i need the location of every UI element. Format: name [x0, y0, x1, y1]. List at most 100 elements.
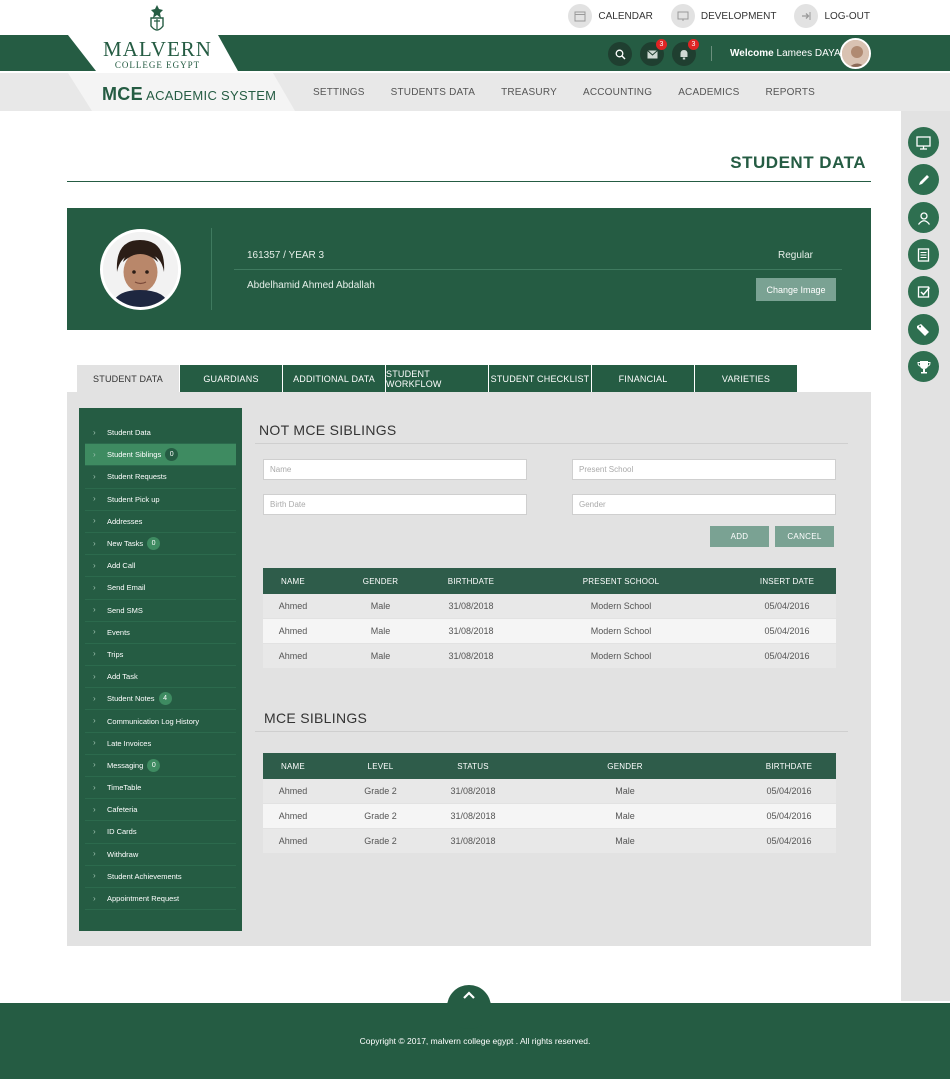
col-gender[interactable]: GENDER: [508, 753, 742, 779]
col-present-school[interactable]: PRESENT SCHOOL: [504, 568, 738, 594]
mce-title-line: [255, 731, 848, 732]
checklist-tool-button[interactable]: [908, 276, 939, 307]
add-button[interactable]: ADD: [710, 526, 769, 547]
col-birthdate[interactable]: BIRTHDATE: [438, 568, 504, 594]
menu-academics[interactable]: ACADEMICS: [678, 87, 739, 98]
side-item-addresses[interactable]: › Addresses: [85, 511, 236, 533]
user-tool-button[interactable]: [908, 202, 939, 233]
col-level[interactable]: LEVEL: [323, 753, 438, 779]
side-item-withdraw[interactable]: › Withdraw: [85, 844, 236, 866]
birth-date-input[interactable]: [263, 494, 527, 515]
col-name[interactable]: NAME: [263, 753, 323, 779]
side-item-id-cards[interactable]: › ID Cards: [85, 821, 236, 844]
side-item-student-pick-up[interactable]: › Student Pick up: [85, 489, 236, 511]
side-item-new-tasks[interactable]: › New Tasks 0: [85, 533, 236, 556]
chevron-right-icon: ›: [93, 849, 96, 859]
side-item-add-call[interactable]: › Add Call: [85, 555, 236, 578]
side-item-label: Send Email: [107, 583, 146, 593]
mce-siblings-table: NAME LEVEL STATUS GENDER BIRTHDATE Ahmed…: [263, 753, 836, 854]
menu-students-data[interactable]: STUDENTS DATA: [391, 87, 475, 98]
tab-student-data[interactable]: STUDENT DATA: [77, 365, 179, 392]
col-gender[interactable]: GENDER: [323, 568, 438, 594]
cell-name: Ahmed: [263, 643, 323, 669]
side-item-late-invoices[interactable]: › Late Invoices: [85, 733, 236, 755]
cell-gender: Male: [323, 618, 438, 644]
user-avatar[interactable]: [840, 38, 871, 69]
side-item-label: Appointment Request: [107, 894, 180, 904]
side-item-messaging[interactable]: › Messaging 0: [85, 755, 236, 777]
mce-siblings-title: MCE SIBLINGS: [264, 710, 368, 726]
table-row[interactable]: Ahmed Grade 2 31/08/2018 Male 05/04/2016: [263, 828, 836, 854]
table-row[interactable]: Ahmed Male 31/08/2018 Modern School 05/0…: [263, 643, 836, 669]
crest-icon: [150, 5, 164, 31]
cell-level: Grade 2: [323, 779, 438, 805]
side-item-cafeteria[interactable]: › Cafeteria: [85, 799, 236, 822]
side-item-events[interactable]: › Events: [85, 622, 236, 644]
side-item-student-siblings[interactable]: › Student Siblings 0: [85, 444, 236, 467]
table-row[interactable]: Ahmed Male 31/08/2018 Modern School 05/0…: [263, 618, 836, 644]
development-link[interactable]: DEVELOPMENT: [670, 4, 776, 28]
tab-student-workflow[interactable]: STUDENT WORKFLOW: [386, 365, 488, 392]
student-type: Regular: [777, 250, 813, 261]
tab-financial[interactable]: FINANCIAL: [592, 365, 694, 392]
side-item-timetable[interactable]: › TimeTable: [85, 777, 236, 800]
student-name: Abdelhamid Ahmed Abdallah: [247, 280, 375, 291]
chevron-right-icon: ›: [93, 738, 96, 748]
side-item-student-achievements[interactable]: › Student Achievements: [85, 866, 236, 888]
side-item-communication-log[interactable]: › Communication Log History: [85, 710, 236, 733]
present-school-input[interactable]: [572, 459, 836, 480]
side-item-student-notes[interactable]: › Student Notes 4: [85, 688, 236, 711]
table-row[interactable]: Ahmed Grade 2 31/08/2018 Male 05/04/2016: [263, 779, 836, 805]
side-item-send-email[interactable]: › Send Email: [85, 577, 236, 600]
cancel-button[interactable]: CANCEL: [775, 526, 834, 547]
side-item-student-data[interactable]: › Student Data: [85, 422, 236, 445]
side-item-appointment-request[interactable]: › Appointment Request: [85, 888, 236, 911]
sibling-name-input[interactable]: [263, 459, 527, 480]
chevron-right-icon: ›: [93, 649, 96, 659]
col-name[interactable]: NAME: [263, 568, 323, 594]
table-row[interactable]: Ahmed Male 31/08/2018 Modern School 05/0…: [263, 594, 836, 620]
achievements-tool-button[interactable]: [908, 351, 939, 382]
bell-icon: [680, 49, 688, 59]
chevron-up-icon: [463, 991, 475, 999]
chevron-right-icon: ›: [93, 693, 96, 703]
messages-button[interactable]: 3: [640, 39, 667, 66]
tab-additional-data[interactable]: ADDITIONAL DATA: [283, 365, 385, 392]
gender-input[interactable]: [572, 494, 836, 515]
tag-icon: [917, 323, 929, 336]
col-status[interactable]: STATUS: [438, 753, 508, 779]
menu-settings[interactable]: SETTINGS: [313, 87, 365, 98]
header-divider: [711, 46, 712, 61]
menu-accounting[interactable]: ACCOUNTING: [583, 87, 652, 98]
brand-logo[interactable]: MALVERN COLLEGE EGYPT: [95, 37, 220, 70]
scroll-top-button[interactable]: [447, 985, 491, 1029]
monitor-tool-button[interactable]: [908, 127, 939, 158]
edit-tool-button[interactable]: [908, 164, 939, 195]
tab-student-checklist[interactable]: STUDENT CHECKLIST: [489, 365, 591, 392]
logout-link[interactable]: LOG-OUT: [794, 4, 870, 28]
table-row[interactable]: Ahmed Grade 2 31/08/2018 Male 05/04/2016: [263, 803, 836, 829]
side-item-send-sms[interactable]: › Send SMS: [85, 600, 236, 622]
calendar-link[interactable]: CALENDAR: [568, 4, 653, 28]
side-item-label: Student Pick up: [107, 494, 160, 504]
document-tool-button[interactable]: [908, 239, 939, 270]
chevron-right-icon: ›: [93, 427, 96, 437]
tab-varieties[interactable]: VARIETIES: [695, 365, 797, 392]
search-button[interactable]: [608, 42, 632, 66]
cell-birthdate: 31/08/2018: [438, 594, 504, 620]
menu-treasury[interactable]: TREASURY: [501, 87, 557, 98]
side-item-add-task[interactable]: › Add Task: [85, 666, 236, 689]
menu-reports[interactable]: REPORTS: [765, 87, 815, 98]
notifications-button[interactable]: 3: [672, 39, 699, 66]
tags-tool-button[interactable]: [908, 314, 939, 345]
side-item-trips[interactable]: › Trips: [85, 644, 236, 667]
col-insert-date[interactable]: INSERT DATE: [738, 568, 836, 594]
side-item-student-requests[interactable]: › Student Requests: [85, 466, 236, 489]
top-links: CALENDAR DEVELOPMENT LOG-OUT: [568, 4, 870, 28]
side-item-label: Student Notes: [107, 694, 155, 704]
cell-status: 31/08/2018: [438, 803, 508, 829]
side-item-count: 0: [147, 537, 161, 551]
tab-guardians[interactable]: GUARDIANS: [180, 365, 282, 392]
change-image-button[interactable]: Change Image: [756, 278, 836, 301]
col-birthdate[interactable]: BIRTHDATE: [742, 753, 836, 779]
